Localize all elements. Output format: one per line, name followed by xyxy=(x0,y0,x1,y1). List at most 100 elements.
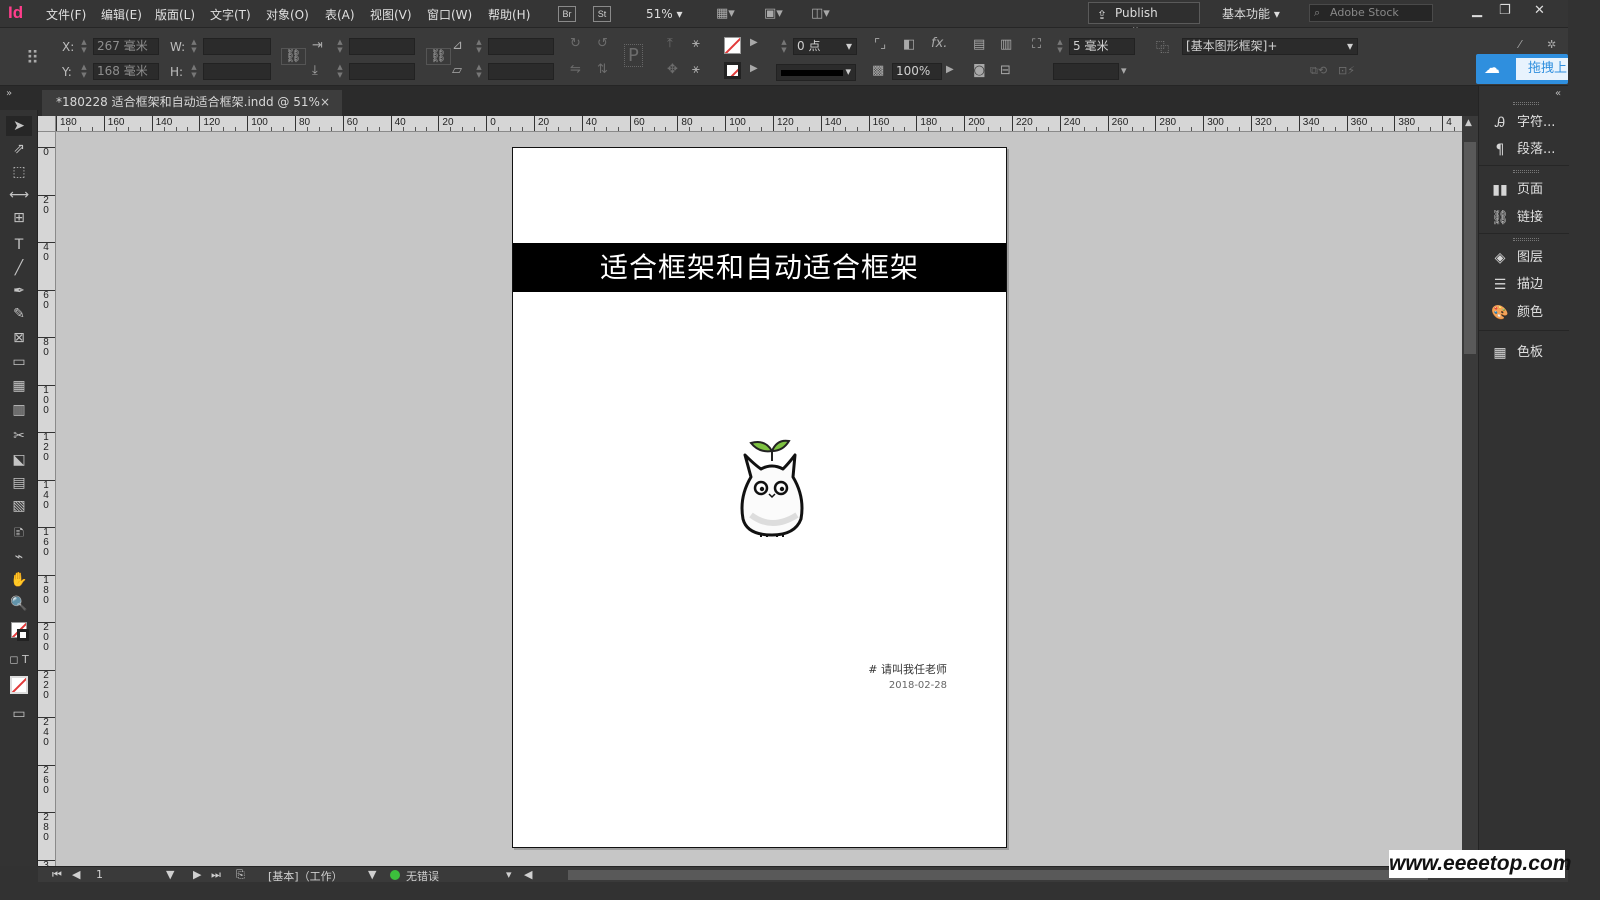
horizontal-scroll-thumb[interactable] xyxy=(568,870,1428,880)
stroke-none-swatch[interactable] xyxy=(724,62,741,79)
author-credit[interactable]: # 请叫我任老师 2018-02-28 xyxy=(868,661,947,691)
offset-stepper[interactable]: ▲ ▼ xyxy=(1054,38,1066,55)
panel-group-grip[interactable] xyxy=(1513,170,1539,173)
pencil-tool-icon[interactable]: ✎ xyxy=(6,304,32,324)
y-field[interactable]: 168 毫米 xyxy=(93,63,159,80)
page-tool-icon[interactable]: ⬚ xyxy=(6,162,32,182)
stroke-type-dropdown[interactable]: ▾ xyxy=(776,64,856,81)
flip-horizontal-icon[interactable]: ⇋ xyxy=(570,62,581,77)
menu-edit[interactable]: 编辑(E) xyxy=(101,6,142,23)
pasteboard[interactable]: 适合框架和自动适合框架 # 请叫我任老师 2018-02-28 xyxy=(56,132,1462,866)
menu-window[interactable]: 窗口(W) xyxy=(427,6,472,23)
menu-file[interactable]: 文件(F) xyxy=(46,6,86,23)
rotate-cw-icon[interactable]: ↻ xyxy=(570,36,581,51)
collapse-toolbox-icon[interactable]: » xyxy=(6,88,12,99)
scale-x-field[interactable] xyxy=(349,38,415,55)
x-field[interactable]: 267 毫米 xyxy=(93,38,159,55)
flip-vertical-icon[interactable]: ⇅ xyxy=(597,62,608,77)
apply-none-icon[interactable] xyxy=(10,676,28,694)
hand-tool-icon[interactable]: ✋ xyxy=(6,570,32,590)
stroke-weight-field[interactable]: 0 点 ▾ xyxy=(793,38,857,55)
close-tab-icon[interactable]: × xyxy=(320,90,330,115)
panel-links[interactable]: ⛓ 链接 xyxy=(1489,207,1567,229)
bridge-button[interactable]: Br xyxy=(558,6,576,22)
corner-options-icon[interactable]: ⌜⌟ xyxy=(874,37,886,52)
menu-table[interactable]: 表(A) xyxy=(325,6,355,23)
menu-layout[interactable]: 版面(L) xyxy=(155,6,195,23)
view-options-icon[interactable]: ▦▾ xyxy=(716,6,735,21)
rectangle-frame-tool-icon[interactable]: ⊠ xyxy=(6,328,32,348)
text-wrap-bbox-icon[interactable]: ▥ xyxy=(1000,37,1012,52)
h-stepper[interactable]: ▲ ▼ xyxy=(188,63,200,80)
rotation-field[interactable] xyxy=(488,38,554,55)
object-style-dropdown[interactable]: [基本图形框架]+ ▾ xyxy=(1182,38,1358,55)
eyedropper-tool-icon[interactable]: ⌁ xyxy=(6,547,32,567)
document-page[interactable]: 适合框架和自动适合框架 # 请叫我任老师 2018-02-28 xyxy=(512,147,1007,848)
horizontal-ruler[interactable]: 180 160 140 120 100 80 60 40 20 0 20 40 60 80 100 120 14… xyxy=(56,116,1462,132)
stroke-menu-arrow-icon[interactable]: ▶ xyxy=(750,63,758,74)
minimize-icon[interactable]: ▁ xyxy=(1472,3,1482,18)
cloud-upload-widget[interactable]: ☁ 拖拽上 xyxy=(1476,54,1568,84)
ruler-origin[interactable] xyxy=(38,116,56,132)
select-previous-icon[interactable]: ⚹ xyxy=(692,36,700,51)
menu-help[interactable]: 帮助(H) xyxy=(488,6,530,23)
formatting-container-icon[interactable]: ◻ T xyxy=(6,650,32,670)
panel-paragraph[interactable]: ¶ 段落... xyxy=(1489,139,1567,161)
restore-icon[interactable]: ❐ xyxy=(1499,3,1511,18)
zoom-level[interactable]: 51% ▾ xyxy=(646,7,683,21)
menu-object[interactable]: 对象(O) xyxy=(266,6,309,23)
panel-group-grip[interactable] xyxy=(1513,238,1539,241)
scroll-left-icon[interactable]: ◀ xyxy=(524,868,532,881)
vertical-ruler[interactable]: 0 2 0 4 0 6 0 8 0 1 0 0 1 2 0 1 4 0 1 6 0 1 8 0 2 … xyxy=(38,132,56,866)
constrain-proportions-icon[interactable]: ⛓ xyxy=(281,48,306,65)
reference-point-icon[interactable]: ⠿ xyxy=(26,48,39,69)
panel-swatches[interactable]: ▦ 色板 xyxy=(1489,342,1567,364)
w-stepper[interactable]: ▲ ▼ xyxy=(188,38,200,55)
title-banner[interactable]: 适合框架和自动适合框架 xyxy=(513,243,1006,292)
panel-pages[interactable]: ▮▮ 页面 xyxy=(1489,179,1567,201)
fill-menu-arrow-icon[interactable]: ▶ xyxy=(750,37,758,48)
panel-menu-icon[interactable]: ⁄ xyxy=(1519,38,1521,51)
shear-stepper[interactable]: ▲ ▼ xyxy=(473,63,485,80)
gradient-feather-tool-icon[interactable]: ▧ xyxy=(6,496,32,516)
opacity-field[interactable]: 100% xyxy=(892,63,942,80)
sprout-mascot-image[interactable] xyxy=(737,431,807,537)
quick-apply-icon[interactable]: ⊡⚡ xyxy=(1338,64,1355,77)
page-number-field[interactable]: 1 xyxy=(96,868,103,881)
panel-layers[interactable]: ◈ 图层 xyxy=(1489,247,1567,269)
select-container-icon[interactable]: ⤒ xyxy=(667,36,673,51)
offset-field[interactable]: 5 毫米 xyxy=(1069,38,1135,55)
next-page-icon[interactable]: ▶ xyxy=(193,868,201,881)
constrain-scale-icon[interactable]: ⛓ xyxy=(426,48,451,65)
panel-character[interactable]: Ꭿ 字符... xyxy=(1489,112,1567,134)
selection-tool-icon[interactable]: ➤ xyxy=(6,116,32,136)
pen-tool-icon[interactable]: ✒ xyxy=(6,281,32,301)
stock-button[interactable]: St xyxy=(593,6,611,22)
close-icon[interactable]: ✕ xyxy=(1534,3,1545,18)
open-page-icon[interactable]: ⎘ xyxy=(236,868,245,882)
effects-fx-icon[interactable]: fx. xyxy=(931,36,947,51)
last-page-icon[interactable]: ⏭ xyxy=(211,868,221,882)
preflight-menu-chevron-icon[interactable]: ▾ xyxy=(506,868,512,881)
chevron-down-icon[interactable]: ▾ xyxy=(1121,64,1127,77)
scroll-up-icon[interactable]: ▲ xyxy=(1465,118,1472,128)
scale-y-field[interactable] xyxy=(349,63,415,80)
select-content-icon[interactable]: ✥ xyxy=(667,62,678,77)
text-wrap-none-icon[interactable]: ▤ xyxy=(973,37,985,52)
document-tab[interactable]: *180228 适合框架和自动适合框架.indd @ 51% × xyxy=(42,90,342,116)
arrange-documents-icon[interactable]: ◫▾ xyxy=(811,6,830,21)
clear-overrides-icon[interactable]: ⧉⟲ xyxy=(1310,64,1327,78)
opacity-arrow-icon[interactable]: ▶ xyxy=(946,64,954,75)
direct-selection-tool-icon[interactable]: ⇗ xyxy=(6,139,32,159)
table-tool-icon[interactable]: ▦ xyxy=(6,376,32,396)
rectangle-tool-icon[interactable]: ▭ xyxy=(6,352,32,372)
menu-view[interactable]: 视图(V) xyxy=(370,6,412,23)
x-stepper[interactable]: ▲ ▼ xyxy=(78,38,90,55)
page-list-chevron-icon[interactable]: ▼ xyxy=(166,868,174,881)
screen-mode-tool-icon[interactable]: ▭ xyxy=(6,704,32,724)
h-field[interactable] xyxy=(203,63,271,80)
vertical-scroll-thumb[interactable] xyxy=(1464,142,1476,354)
free-transform-tool-icon[interactable]: ⬕ xyxy=(6,450,32,470)
workspace-switcher[interactable]: 基本功能 ▾ xyxy=(1222,5,1280,22)
gear-icon[interactable]: ✲ xyxy=(1547,38,1556,51)
